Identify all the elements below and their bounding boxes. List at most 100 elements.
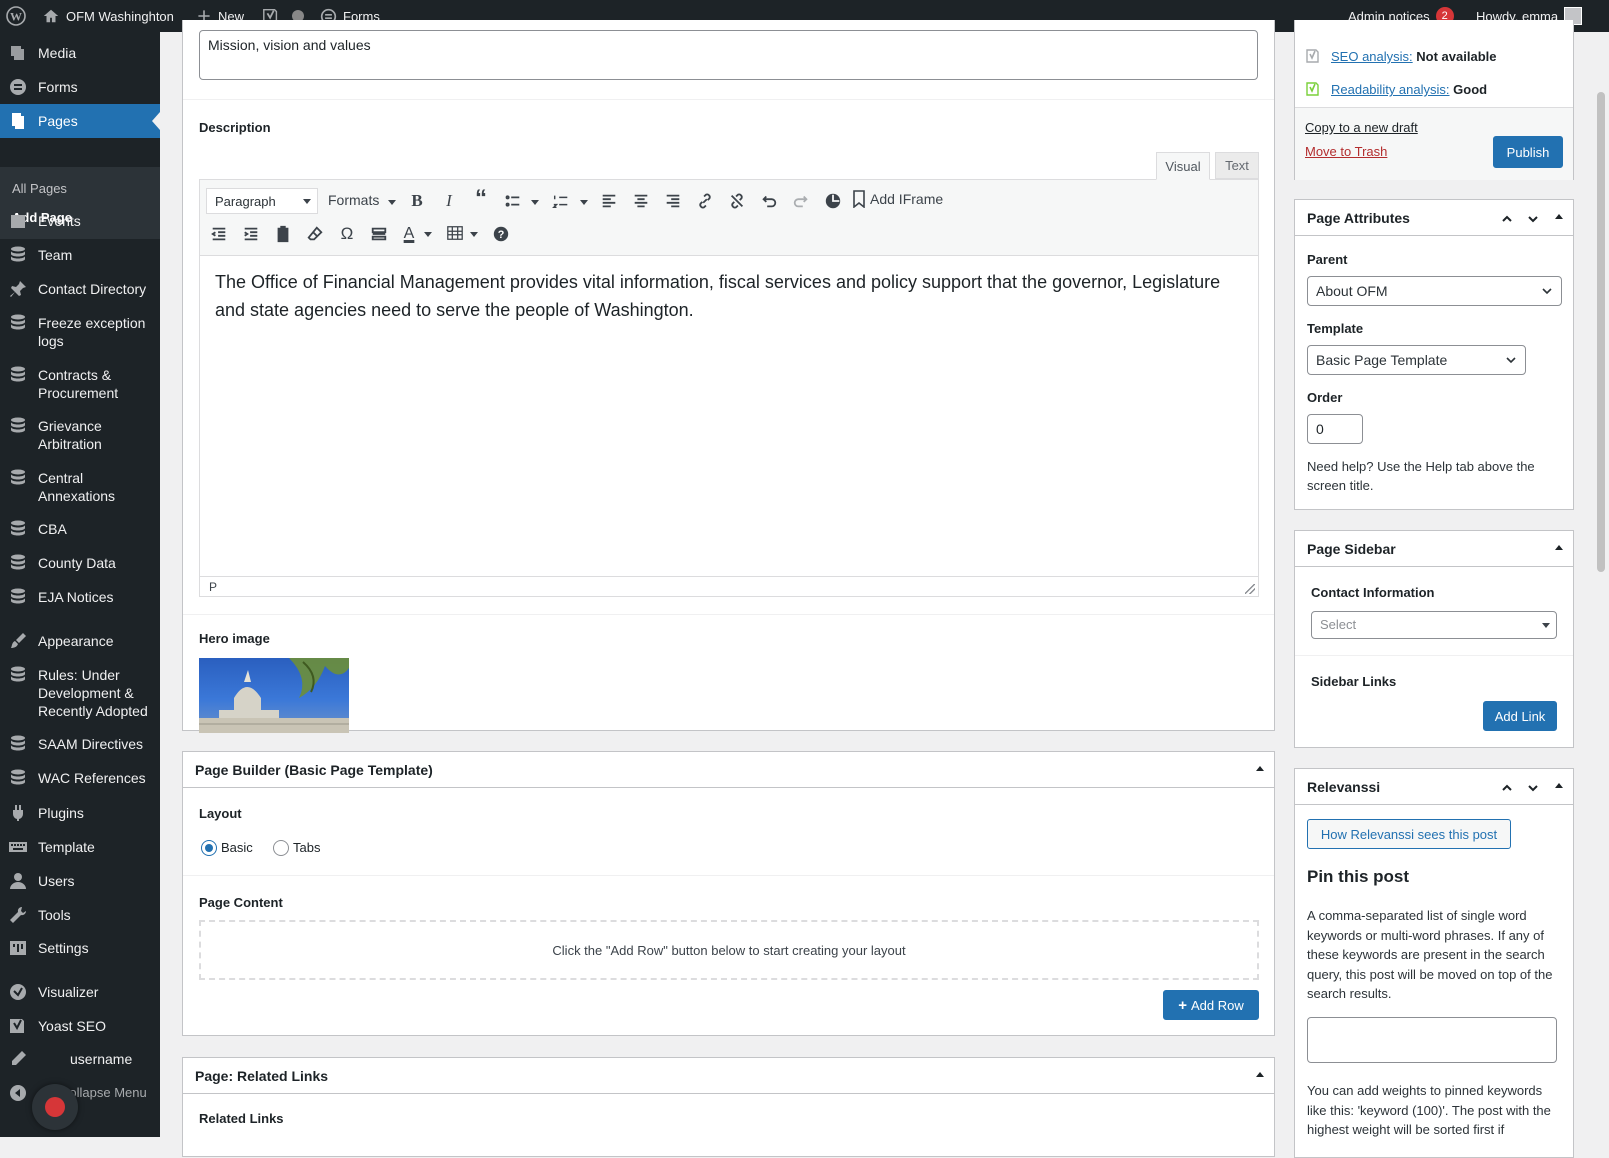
table-icon[interactable] <box>444 222 466 244</box>
order-input[interactable]: 0 <box>1307 414 1363 444</box>
menu-freeze-exception-logs[interactable]: Freeze exception logs <box>0 314 160 350</box>
menu-appearance[interactable]: Appearance <box>0 632 160 651</box>
relevanssi-header[interactable]: Relevanssi <box>1295 769 1573 805</box>
pin-keywords-textarea[interactable] <box>1307 1017 1557 1063</box>
subtitle-textarea[interactable]: Mission, vision and values <box>199 30 1258 80</box>
collapse-arrow-icon[interactable] <box>1256 766 1264 771</box>
align-left-icon[interactable] <box>598 190 620 212</box>
outdent-icon[interactable] <box>208 223 230 245</box>
how-relevanssi-sees-button[interactable]: How Relevanssi sees this post <box>1307 819 1511 849</box>
collapse-arrow-icon[interactable] <box>1555 783 1563 788</box>
seo-analysis-link[interactable]: SEO analysis: <box>1331 49 1413 64</box>
move-down-icon[interactable] <box>1527 781 1539 793</box>
record-button[interactable] <box>32 1084 78 1130</box>
page-scrollbar[interactable] <box>1593 32 1609 1137</box>
menu-team[interactable]: Team <box>0 246 160 265</box>
parent-select[interactable]: About OFM <box>1307 276 1562 306</box>
numbered-list-icon[interactable] <box>550 190 572 212</box>
menu-contact-directory[interactable]: Contact Directory <box>0 280 160 299</box>
help-icon[interactable]: ? <box>490 223 512 245</box>
redo-icon[interactable] <box>790 190 812 212</box>
add-link-button[interactable]: Add Link <box>1483 701 1557 731</box>
menu-events[interactable]: Events <box>0 212 160 231</box>
menu-visualizer[interactable]: Visualizer <box>0 983 160 1002</box>
align-right-icon[interactable] <box>662 190 684 212</box>
undo-icon[interactable] <box>758 190 780 212</box>
menu-county-data[interactable]: County Data <box>0 554 160 573</box>
wordpress-logo-icon[interactable]: W <box>6 0 26 32</box>
page-builder-header[interactable]: Page Builder (Basic Page Template) <box>183 752 1274 788</box>
submenu-all-pages[interactable]: All Pages <box>12 181 67 196</box>
layout-radio-basic[interactable] <box>201 840 217 856</box>
menu-central-annexations[interactable]: Central Annexations <box>0 469 160 505</box>
italic-icon[interactable]: I <box>438 190 460 212</box>
move-to-trash-link[interactable]: Move to Trash <box>1305 144 1387 159</box>
add-row-button[interactable]: + Add Row <box>1163 990 1259 1020</box>
add-iframe-button[interactable]: Add IFrame <box>852 190 943 208</box>
menu-tools[interactable]: Tools <box>0 906 160 925</box>
page-sidebar-header[interactable]: Page Sidebar <box>1295 531 1573 567</box>
special-character-icon[interactable]: Ω <box>336 223 358 245</box>
menu-eja-notices[interactable]: EJA Notices <box>0 588 160 607</box>
align-center-icon[interactable] <box>630 190 652 212</box>
page-attributes-header[interactable]: Page Attributes <box>1295 200 1573 236</box>
bullet-list-icon[interactable] <box>502 190 524 212</box>
layout-basic-label[interactable]: Basic <box>221 840 253 855</box>
publish-button[interactable]: Publish <box>1493 136 1563 168</box>
menu-rules[interactable]: Rules: Under Development & Recently Adopte… <box>0 666 160 720</box>
menu-template[interactable]: Template <box>0 838 160 857</box>
menu-users[interactable]: Users <box>0 872 160 891</box>
layout-tabs-label[interactable]: Tabs <box>293 840 320 855</box>
related-links-header[interactable]: Page: Related Links <box>183 1058 1274 1094</box>
menu-grievance-arbitration[interactable]: Grievance Arbitration <box>0 417 160 453</box>
collapse-arrow-icon[interactable] <box>1256 1072 1264 1077</box>
link-icon[interactable] <box>694 190 716 212</box>
formats-dropdown[interactable]: Formats <box>328 192 379 208</box>
site-name-link[interactable]: OFM Washinghton <box>42 0 174 32</box>
menu-yoast-seo[interactable]: Yoast SEO <box>0 1017 160 1036</box>
paste-text-icon[interactable] <box>272 223 294 245</box>
move-down-icon[interactable] <box>1527 212 1539 224</box>
template-select[interactable]: Basic Page Template <box>1307 345 1526 375</box>
tab-text[interactable]: Text <box>1215 152 1259 179</box>
menu-pages[interactable]: Pages <box>0 104 160 138</box>
text-color-icon[interactable]: A <box>398 223 420 245</box>
menu-settings[interactable]: Settings <box>0 939 160 958</box>
clear-formatting-icon[interactable] <box>304 223 326 245</box>
copy-to-draft-link[interactable]: Copy to a new draft <box>1305 120 1418 135</box>
layout-label: Layout <box>199 806 242 821</box>
unlink-icon[interactable] <box>726 190 748 212</box>
chevron-down-icon[interactable] <box>424 232 432 237</box>
contact-information-select[interactable]: Select <box>1311 611 1557 639</box>
layout-radio-tabs[interactable] <box>273 840 289 856</box>
tab-visual[interactable]: Visual <box>1156 152 1210 180</box>
read-more-icon[interactable] <box>368 223 390 245</box>
chevron-down-icon[interactable] <box>531 200 539 205</box>
scrollbar-thumb[interactable] <box>1597 92 1605 572</box>
menu-username[interactable]: username <box>0 1050 160 1069</box>
move-up-icon[interactable] <box>1501 781 1513 793</box>
menu-wac-references[interactable]: WAC References <box>0 769 160 788</box>
readability-analysis-link[interactable]: Readability analysis: <box>1331 82 1450 97</box>
blockquote-icon[interactable]: “ <box>470 185 492 212</box>
menu-forms[interactable]: Forms <box>0 78 160 97</box>
collapse-arrow-icon[interactable] <box>1555 214 1563 219</box>
menu-media[interactable]: Media <box>0 44 160 63</box>
hero-image-thumbnail[interactable] <box>199 658 349 733</box>
collapse-arrow-icon[interactable] <box>1555 545 1563 550</box>
menu-contracts-procurement[interactable]: Contracts & Procurement <box>0 366 160 402</box>
indent-icon[interactable] <box>240 223 262 245</box>
editor-content[interactable]: The Office of Financial Management provi… <box>200 256 1258 548</box>
bold-icon[interactable]: B <box>406 190 428 212</box>
collapse-menu[interactable]: Collapse Menu <box>0 1084 160 1103</box>
menu-plugins[interactable]: Plugins <box>0 804 160 823</box>
format-select[interactable]: Paragraph <box>206 188 318 214</box>
menu-cba[interactable]: CBA <box>0 520 160 539</box>
menu-saam-directives[interactable]: SAAM Directives <box>0 735 160 754</box>
chevron-down-icon[interactable] <box>470 232 478 237</box>
chevron-down-icon[interactable] <box>580 200 588 205</box>
move-up-icon[interactable] <box>1501 212 1513 224</box>
visualizer-chart-icon[interactable] <box>822 190 844 212</box>
element-path[interactable]: P <box>209 580 217 594</box>
resize-handle-icon[interactable] <box>1245 584 1255 594</box>
